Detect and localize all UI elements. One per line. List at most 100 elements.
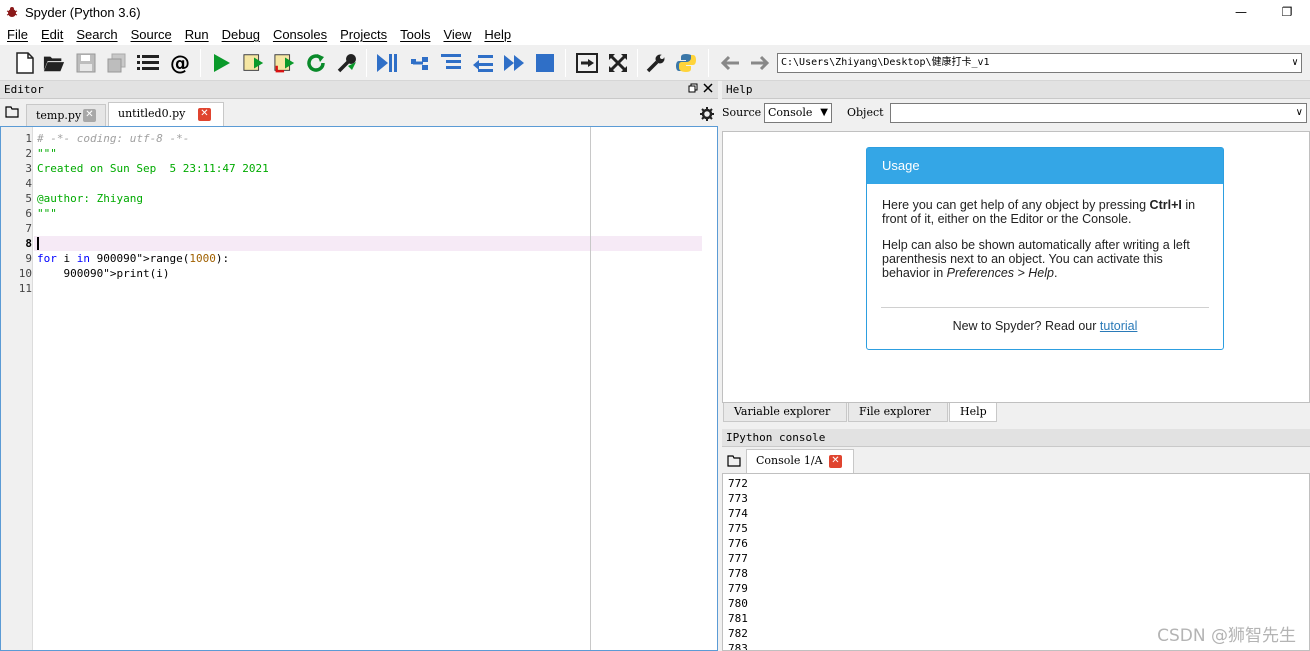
title-bar: Spyder (Python 3.6) — ❐ [0,0,1310,24]
editor-pane-title: Editor [4,83,44,96]
tab-untitled0-py[interactable]: untitled0.py ✕ [108,102,224,126]
help-pane-header: Help [722,81,1310,99]
outline-list-icon[interactable] [137,52,159,74]
forward-arrow-icon[interactable] [749,52,771,74]
text-cursor [37,237,39,250]
object-label: Object [847,106,884,119]
usage-footer: New to Spyder? Read our tutorial [952,319,1138,333]
save-icon[interactable] [75,52,97,74]
console-pane-header: IPython console [722,429,1310,447]
console-tabbar: Console 1/A ✕ [722,448,1310,473]
restore-button[interactable]: ❐ [1264,0,1310,24]
at-symbol-icon[interactable]: @ [169,51,191,75]
source-label: Source [722,106,762,119]
watermark: CSDN @狮智先生 [1157,626,1296,646]
continue-icon[interactable] [503,52,525,74]
line-number: 4 [25,177,32,190]
help-viewer: Usage Here you can get help of any objec… [722,131,1310,403]
menu-run[interactable]: Run [178,27,215,42]
run-cell-icon[interactable] [243,52,265,74]
object-combo[interactable]: ∨ [890,103,1307,123]
tutorial-link[interactable]: tutorial [1100,319,1138,333]
step-into-icon[interactable] [440,52,462,74]
usage-paragraph-2: Help can also be shown automatically aft… [882,238,1190,280]
console-line: 775 [728,522,748,535]
menu-view[interactable]: View [436,27,477,42]
run-settings-icon[interactable] [336,52,358,74]
menu-edit[interactable]: Edit [34,27,69,42]
line-number: 3 [25,162,32,175]
source-select[interactable]: Console ▼ [764,103,832,123]
new-file-icon[interactable] [14,52,36,74]
back-arrow-icon[interactable] [719,52,741,74]
menu-projects[interactable]: Projects [333,27,393,42]
browse-tabs-icon[interactable] [5,106,19,121]
chevron-down-icon[interactable]: ∨ [1296,104,1303,122]
menu-debug[interactable]: Debug [215,27,266,42]
code-line-docstring: @author: Zhiyang [37,192,143,205]
menu-search[interactable]: Search [69,27,123,42]
tab-temp-py[interactable]: temp.py ✕ [26,104,106,126]
dropdown-triangle-icon: ▼ [820,107,828,118]
tab-help[interactable]: Help [949,403,997,422]
run-icon[interactable] [211,52,233,74]
run-cell-advance-icon[interactable] [274,52,296,74]
menu-source[interactable]: Source [124,27,178,42]
line-number: 5 [25,192,32,205]
stop-icon[interactable] [534,52,556,74]
fullscreen-icon[interactable] [607,52,629,74]
maximize-pane-icon[interactable] [576,52,598,74]
console-line: 772 [728,477,748,490]
close-pane-icon[interactable] [703,81,713,98]
code-line-docstring: """ [37,147,57,160]
chevron-down-icon[interactable]: ∨ [1292,54,1298,72]
close-tab-icon[interactable]: ✕ [198,108,211,121]
close-tab-icon[interactable]: ✕ [83,109,96,122]
line-number: 10 [18,267,32,280]
gear-icon[interactable] [700,107,714,124]
edge-line-marker [590,127,591,650]
minimize-button[interactable]: — [1218,0,1264,24]
line-number: 7 [25,222,32,235]
line-number-gutter: 1 2 3 4 5 6 7 8 9 10 11 [1,127,33,650]
console-line: 782 [728,627,748,640]
open-file-icon[interactable] [43,52,65,74]
undock-icon[interactable] [688,81,698,98]
line-number: 9 [25,252,32,265]
preferences-wrench-icon[interactable] [645,52,667,74]
working-directory-combo[interactable]: C:\Users\Zhiyang\Desktop\健康打卡_v1 ∨ [777,53,1302,73]
menu-help[interactable]: Help [477,27,517,42]
menu-consoles[interactable]: Consoles [266,27,333,42]
tab-file-explorer[interactable]: File explorer [848,403,948,422]
tab-console-1a[interactable]: Console 1/A ✕ [746,449,854,473]
tab-label: untitled0.py [118,107,186,120]
usage-divider [881,307,1209,308]
help-pane-title: Help [726,83,753,96]
step-icon[interactable] [409,52,431,74]
source-select-value: Console [768,106,813,119]
close-tab-icon[interactable]: ✕ [829,455,842,468]
console-line: 783 [728,642,748,651]
menu-bar: File Edit Search Source Run Debug Consol… [0,24,1310,45]
step-return-icon[interactable] [472,52,494,74]
browse-tabs-icon[interactable] [727,455,741,470]
tab-label: Console 1/A [756,454,823,467]
rerun-icon[interactable] [305,52,327,74]
debug-icon[interactable] [376,52,398,74]
console-line: 778 [728,567,748,580]
tab-variable-explorer[interactable]: Variable explorer [723,403,847,422]
line-number-current: 8 [25,237,32,250]
menu-tools[interactable]: Tools [393,27,436,42]
spyder-app-icon [6,7,18,17]
menu-file[interactable]: File [0,27,34,42]
usage-card: Usage Here you can get help of any objec… [866,147,1224,350]
code-editor[interactable]: 1 2 3 4 5 6 7 8 9 10 11 # -*- coding: ut… [0,126,718,651]
save-all-icon[interactable] [106,52,128,74]
usage-paragraph-1: Here you can get help of any object by p… [882,198,1196,226]
line-number: 6 [25,207,32,220]
line-number: 11 [18,282,32,295]
python-path-icon[interactable] [675,52,697,74]
console-line: 777 [728,552,748,565]
working-directory-path: C:\Users\Zhiyang\Desktop\健康打卡_v1 [781,57,990,68]
console-line: 773 [728,492,748,505]
